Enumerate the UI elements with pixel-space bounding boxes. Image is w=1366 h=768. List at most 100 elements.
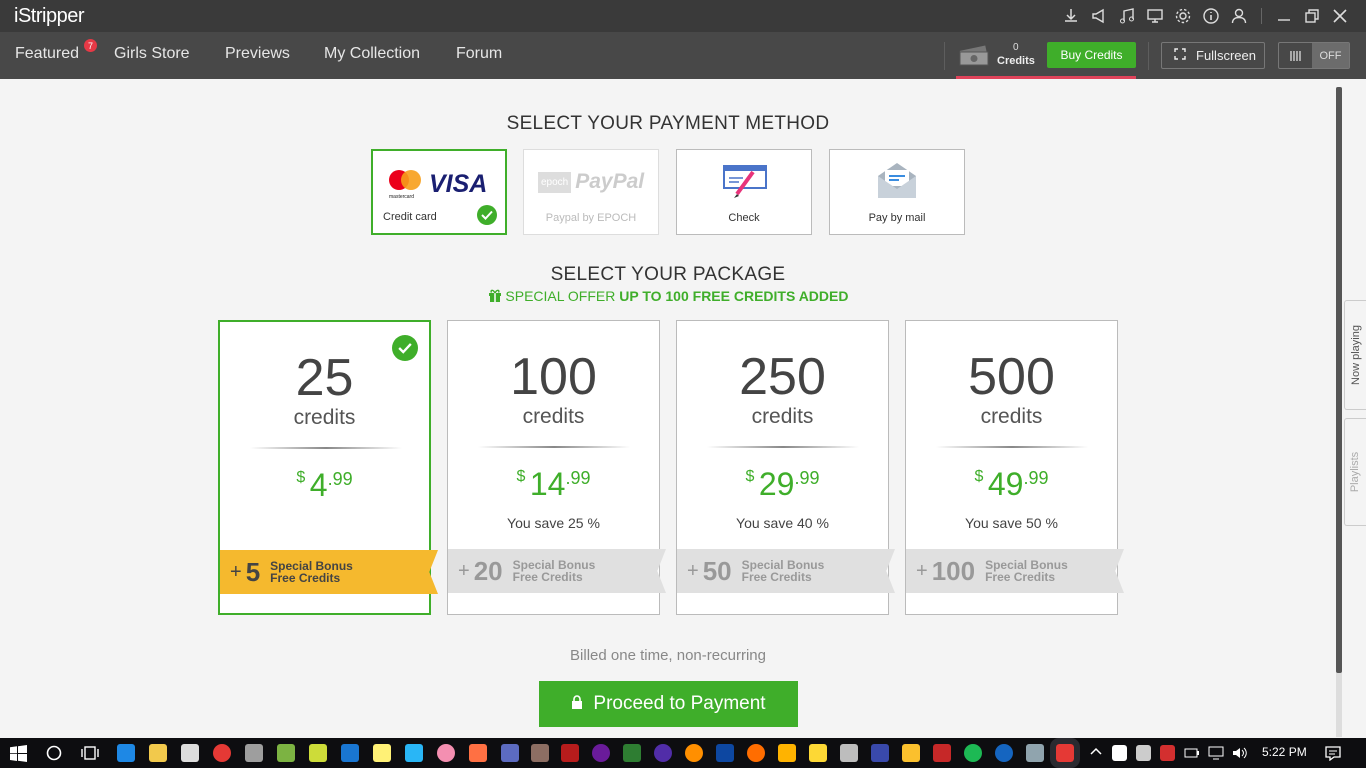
store-icon[interactable] [341,744,359,762]
network-icon[interactable] [1208,746,1224,765]
filezilla-icon[interactable] [933,744,951,762]
price-integer: 49 [987,466,1024,502]
payment-check[interactable]: Check [676,149,812,235]
epoch-text: epoch [538,171,572,193]
bonus-plus: + [687,559,699,582]
credits-panel[interactable]: 0 Credits Buy Credits [955,32,1136,79]
bonus-amount: 50 [702,555,732,586]
toggle-grip-icon [1279,43,1312,68]
excel-icon[interactable] [623,744,641,762]
bonus-ribbon: + 20 Special Bonus Free Credits [448,549,666,593]
skype-icon[interactable] [405,744,423,762]
calculator-icon[interactable] [840,744,858,762]
monitor-icon[interactable] [1141,0,1169,32]
tray-chevron-icon[interactable] [1089,745,1103,764]
mail-icon[interactable] [181,744,199,762]
package-card[interactable]: 250 credits $ 29.99 You save 40 % + 50 S… [676,320,895,615]
shield-tray-icon[interactable] [1112,745,1127,761]
user-icon[interactable] [1225,0,1253,32]
orange-app-icon[interactable] [685,744,703,762]
title-bar-icons [1057,0,1354,32]
purple-app-icon[interactable] [654,744,672,762]
package-card[interactable]: 25 credits $ 4.99 + 5 Special Bonus Free … [218,320,438,615]
playlists-tab[interactable]: Playlists [1344,418,1366,526]
proceed-to-payment-button[interactable]: Proceed to Payment [539,681,798,727]
media-app-icon[interactable] [469,744,487,762]
grid-app-icon[interactable] [561,744,579,762]
nav-featured[interactable]: Featured [15,45,79,63]
notification-center-icon[interactable] [1325,745,1341,766]
bonus-text: Special Bonus Free Credits [270,560,353,584]
package-savings: You save 40 % [736,515,829,531]
music-icon[interactable] [1113,0,1141,32]
nav-my-collection[interactable]: My Collection [324,45,420,63]
color-app-icon[interactable] [437,744,455,762]
windows-start-icon[interactable] [10,745,27,767]
game-app-icon[interactable] [592,744,610,762]
pattern-app-icon[interactable] [871,744,889,762]
taskbar-clock[interactable]: 5:22 PM [1262,745,1307,759]
payment-paypal[interactable]: epoch PayPal Paypal by EPOCH [523,149,659,235]
package-price: $ 29.99 [677,466,888,503]
package-credits-amount: 100 [510,348,597,406]
bonus-ribbon: + 100 Special Bonus Free Credits [906,549,1124,593]
spotify-icon[interactable] [964,744,982,762]
display-toggle[interactable]: OFF [1278,42,1350,69]
vpn-app-icon[interactable] [995,744,1013,762]
photos-icon[interactable] [277,744,295,762]
tray-app-icon[interactable] [1026,744,1044,762]
battery-icon[interactable] [1184,746,1200,765]
package-credits-word: credits [980,405,1043,428]
nav-girls-store[interactable]: Girls Store [114,45,190,63]
tool-app-icon[interactable] [531,744,549,762]
price-currency: $ [296,469,306,486]
notepad-icon[interactable] [373,744,391,762]
nav-forum[interactable]: Forum [456,45,502,63]
credits-count: 0 [1013,42,1019,53]
firefox-icon[interactable] [747,744,765,762]
playlists-label: Playlists [1349,451,1362,493]
package-divider [478,446,630,448]
check-cheque-icon [723,164,767,207]
now-playing-tab[interactable]: Now playing [1344,300,1366,410]
app-tray-icon[interactable] [1160,745,1175,761]
file-explorer-icon[interactable] [149,744,167,762]
package-card[interactable]: 100 credits $ 14.99 You save 25 % + 20 S… [447,320,666,615]
player-icon[interactable] [778,744,796,762]
close-icon[interactable] [1326,0,1354,32]
minimize-icon[interactable] [1270,0,1298,32]
announcement-icon[interactable] [1085,0,1113,32]
lock-app-icon[interactable] [902,744,920,762]
bonus-plus: + [916,559,928,582]
nav-previews[interactable]: Previews [225,45,290,63]
scrollbar-thumb[interactable] [1336,87,1342,673]
price-currency: $ [516,468,526,485]
s-tray-icon[interactable] [1136,745,1151,761]
package-credits-amount: 25 [295,349,354,407]
restore-icon[interactable] [1298,0,1326,32]
volume-icon[interactable] [1232,746,1248,765]
istripper-taskbar-icon[interactable] [1050,738,1080,768]
package-card[interactable]: 500 credits $ 49.99 You save 50 % + 100 … [905,320,1124,615]
payment-mail[interactable]: Pay by mail [829,149,965,235]
paypal-logo: epoch PayPal [538,170,644,194]
search-circle-icon[interactable] [46,745,62,766]
bonus-ribbon: + 50 Special Bonus Free Credits [677,549,895,593]
payment-credit-card[interactable]: mastercard VISA Credit card [371,149,507,235]
image-viewer-icon[interactable] [501,744,519,762]
edge-browser-icon[interactable] [117,744,135,762]
paint-icon[interactable] [245,744,263,762]
download-icon[interactable] [1057,0,1085,32]
billing-note: Billed one time, non-recurring [570,647,766,664]
folder-app-icon[interactable] [309,744,327,762]
buy-credits-button[interactable]: Buy Credits [1047,42,1136,68]
info-icon[interactable] [1197,0,1225,32]
chrome-icon[interactable] [213,744,231,762]
blue-app-icon[interactable] [716,744,734,762]
notes-app-icon[interactable] [809,744,827,762]
now-playing-label: Now playing [1349,325,1362,385]
fullscreen-button[interactable]: Fullscreen [1161,42,1265,69]
settings-gear-icon[interactable] [1169,0,1197,32]
task-view-icon[interactable] [81,745,99,766]
special-offer: SPECIAL OFFER UP TO 100 FREE CREDITS ADD… [0,288,1336,304]
